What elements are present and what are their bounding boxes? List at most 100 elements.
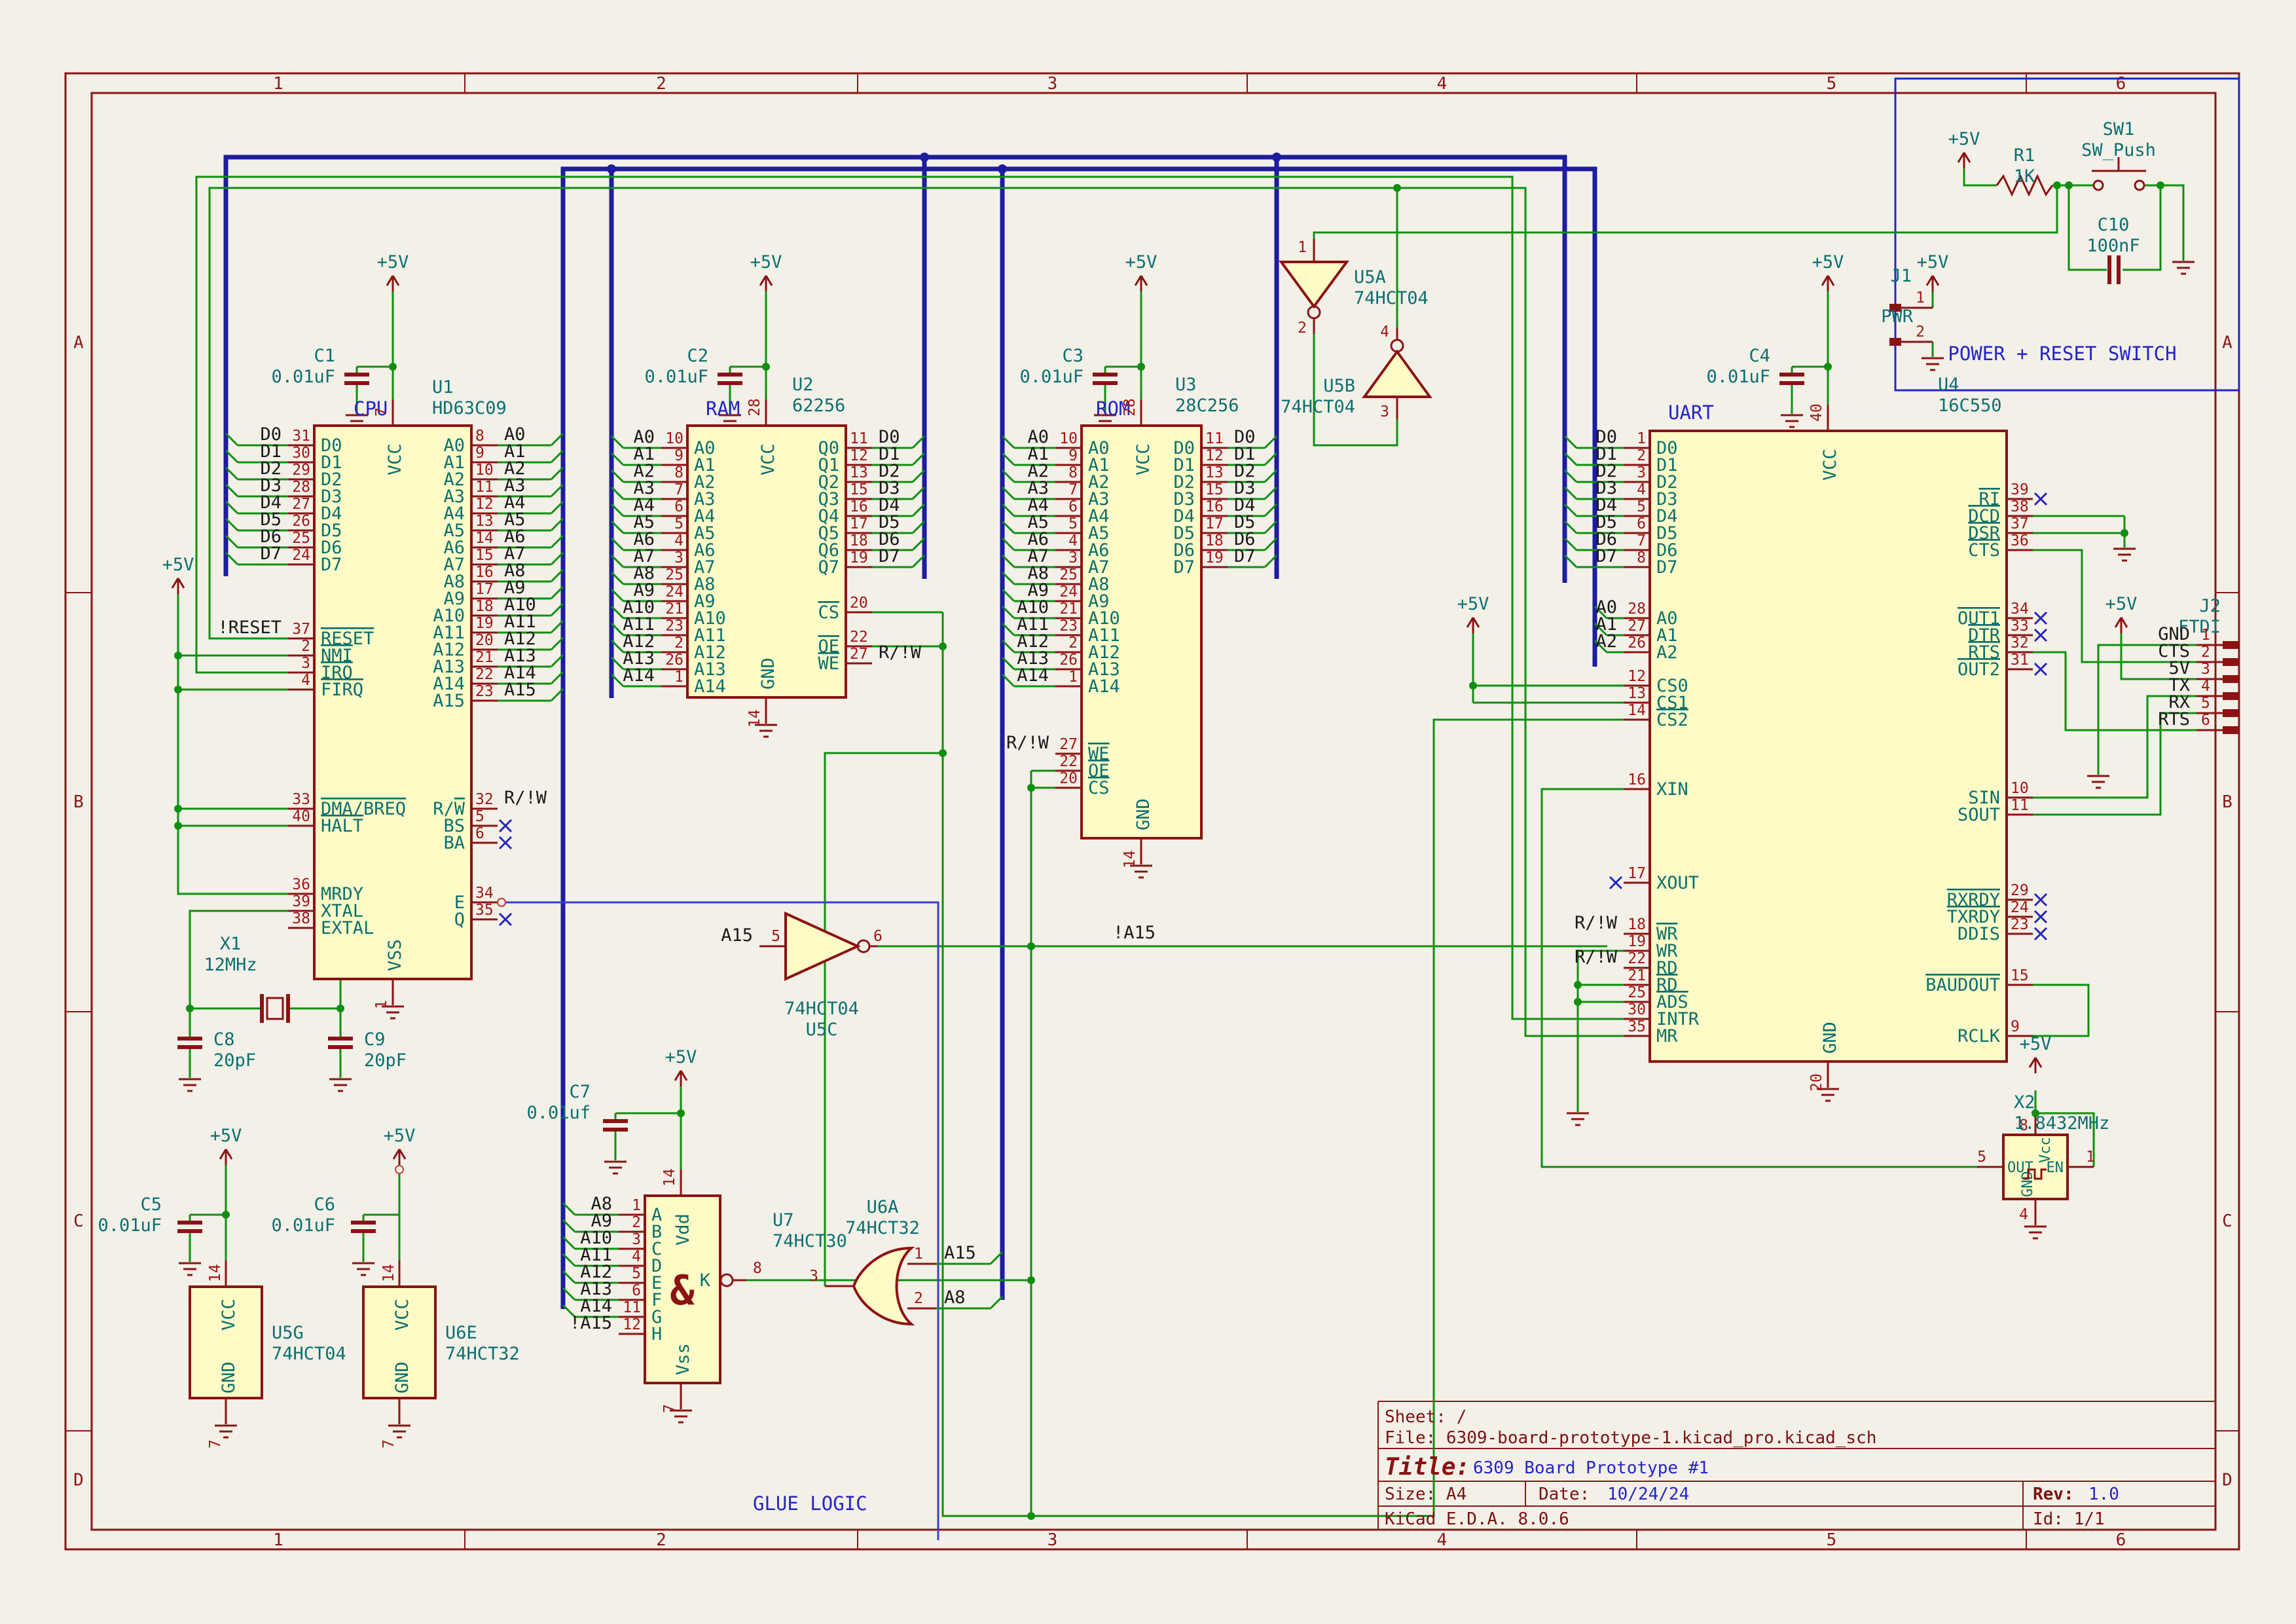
ref-u4: U4 xyxy=(1938,375,1959,395)
pin-number: 21 xyxy=(665,600,683,618)
pin-name: CTS xyxy=(1968,540,2000,561)
wire-junction xyxy=(1027,942,1035,950)
pin-number: 5 xyxy=(1068,515,1078,532)
pin-number: 15 xyxy=(850,481,868,498)
connector-pad xyxy=(2223,692,2238,700)
no-connect-x xyxy=(500,820,511,832)
pin-number: 10 xyxy=(665,430,683,447)
pin-name: Vss xyxy=(673,1343,693,1375)
plus5v-label: +5V xyxy=(1125,252,1157,272)
pin-number: 6 xyxy=(873,928,883,945)
wire-junction xyxy=(174,805,182,813)
ref-x1: X1 xyxy=(220,934,242,954)
pin-number: 2 xyxy=(1916,323,1925,341)
bus-junction xyxy=(607,164,616,174)
inverter-u5c xyxy=(786,913,858,979)
pin-number: 38 xyxy=(292,910,310,927)
wire xyxy=(2144,185,2183,261)
no-connect-x xyxy=(2035,928,2047,940)
pin-number: 36 xyxy=(292,876,310,893)
pin-name: H xyxy=(651,1324,662,1344)
pin-number: 14 xyxy=(746,709,763,728)
inverter-u5a xyxy=(1281,262,1347,306)
frame-row-label: C xyxy=(2222,1211,2232,1231)
value-j1: PWR xyxy=(1881,306,1914,327)
no-connect-x xyxy=(2035,493,2047,505)
value-u5b: 74HCT04 xyxy=(1281,397,1355,417)
bus-line xyxy=(563,169,1595,1309)
pin-number: 13 xyxy=(1205,464,1224,481)
ref-c7: C7 xyxy=(569,1082,591,1102)
ref-u1: U1 xyxy=(432,377,454,397)
pin-number: 5 xyxy=(2201,695,2210,712)
overline-text: FIRQ xyxy=(321,680,363,700)
value-c7: 0.01uf xyxy=(526,1103,591,1123)
dangling-end xyxy=(395,1166,403,1173)
value-x2: 1.8432MHz xyxy=(2014,1113,2109,1134)
components: +5V+5V+5V+5V+5V+5V+5V+5V+5V+5V+5V+5V+5VC… xyxy=(98,119,2238,1515)
pin-number: 20 xyxy=(1808,1073,1825,1092)
pin-number: 5 xyxy=(1637,498,1646,515)
pin-number: 6 xyxy=(1068,498,1078,515)
ref-j2: J2 xyxy=(2199,596,2221,616)
pin-name: A15 xyxy=(433,691,465,711)
pin-number: 11 xyxy=(475,479,494,496)
pin-number: 24 xyxy=(665,583,683,600)
plus5v-symbol xyxy=(387,276,399,291)
plus5v-symbol xyxy=(1467,618,1479,633)
pin-number: 37 xyxy=(292,621,310,638)
pin-name: GND xyxy=(1133,798,1154,830)
pin-number: 8 xyxy=(1637,549,1646,566)
pin-number: 32 xyxy=(2011,635,2029,652)
pin-number: 33 xyxy=(292,791,310,808)
pin-number: 16 xyxy=(850,498,868,515)
net-label: A14 xyxy=(1017,665,1049,686)
net-label: R/!W xyxy=(504,788,547,808)
wire-junction xyxy=(2121,529,2128,537)
net-label: A15 xyxy=(504,680,536,700)
frame-col-label: 2 xyxy=(656,74,666,94)
ref-x2: X2 xyxy=(2014,1092,2035,1113)
pin-name: A14 xyxy=(694,676,726,697)
pin-name: Vcc xyxy=(2037,1137,2054,1163)
connector-pad xyxy=(2223,709,2238,717)
pin-number: 2 xyxy=(1298,320,1307,337)
frame-col-label: 1 xyxy=(273,1530,283,1550)
pin-number: 1 xyxy=(2201,627,2210,644)
pin-number: 12 xyxy=(1205,447,1224,464)
pin-name: WE xyxy=(818,654,839,674)
pin-name: GND xyxy=(1820,1022,1840,1054)
overline-text: HALT xyxy=(321,816,363,836)
value-u6a: 74HCT32 xyxy=(845,1218,920,1238)
pin-number: 40 xyxy=(292,808,310,825)
pin-name: HALT xyxy=(321,816,363,836)
wire-junction xyxy=(1027,1512,1035,1520)
pin-number: 10 xyxy=(475,462,494,479)
date-label: Date: xyxy=(1539,1485,1590,1504)
net-label: R/!W xyxy=(879,642,922,663)
pin-number: 11 xyxy=(2011,797,2029,814)
pin-number: 20 xyxy=(1059,770,1078,787)
pin-number: 27 xyxy=(850,646,868,663)
plus5v-label: +5V xyxy=(210,1126,242,1146)
pin-number: 15 xyxy=(475,547,494,564)
net-label: D7 xyxy=(260,544,282,564)
value-u6e: 74HCT32 xyxy=(445,1344,520,1364)
frame-row-label: C xyxy=(73,1211,84,1231)
pin-name: Vdd xyxy=(673,1213,693,1246)
wire-junction xyxy=(762,363,770,371)
pin-number: 11 xyxy=(850,430,868,447)
pin-number: 26 xyxy=(665,652,683,669)
gnd-symbol xyxy=(2087,776,2109,788)
pin-number: 14 xyxy=(1121,850,1139,868)
overline-text: BAUDOUT xyxy=(1925,975,2000,995)
frame-row-label: A xyxy=(73,333,84,353)
ref-c4: C4 xyxy=(1749,346,1770,366)
pin-number: 12 xyxy=(1628,668,1646,685)
plus5v-label: +5V xyxy=(1812,252,1844,272)
pin-number: 15 xyxy=(2011,967,2029,984)
plus5v-symbol xyxy=(2030,1058,2041,1073)
pin-number: 35 xyxy=(1628,1018,1646,1035)
pin-number: 20 xyxy=(850,595,868,612)
schematic-canvas: 112233445566AABBCCDD +5V+5V+5V+5V+5V+5V+… xyxy=(0,0,2296,1624)
